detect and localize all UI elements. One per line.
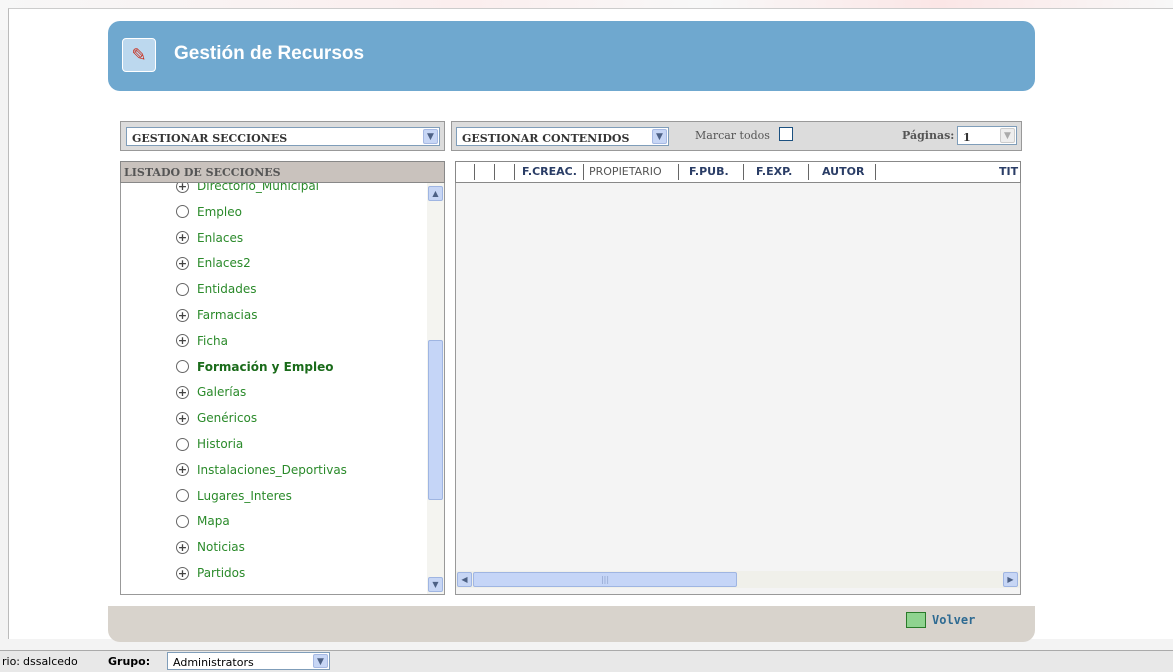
list-item[interactable]: + Enlaces2: [176, 254, 251, 272]
radio-circle-icon[interactable]: [176, 360, 189, 374]
list-item-label: Ficha: [197, 333, 228, 348]
list-item[interactable]: Historia: [176, 435, 243, 453]
expand-plus-icon[interactable]: +: [176, 183, 189, 193]
list-item[interactable]: + Noticias: [176, 538, 245, 556]
column-header-owner[interactable]: PROPIETARIO: [589, 165, 662, 178]
back-label: Volver: [932, 613, 976, 627]
contents-grid-header: F.CREAC. PROPIETARIO F.PUB. F.EXP. AUTOR…: [455, 161, 1021, 183]
radio-circle-icon[interactable]: [176, 437, 189, 451]
list-item-label: Farmacias: [197, 308, 258, 322]
scroll-right-icon[interactable]: ▶: [1003, 572, 1018, 587]
list-item-label: Enlaces2: [197, 256, 251, 271]
list-item[interactable]: + Instalaciones_Deportivas: [176, 461, 347, 479]
chevron-down-icon[interactable]: ▼: [1000, 128, 1015, 143]
sections-action-select[interactable]: GESTIONAR SECCIONES ▼: [126, 127, 440, 146]
list-item-label: Galerías: [197, 385, 247, 400]
expand-plus-icon[interactable]: +: [176, 334, 189, 348]
expand-plus-icon[interactable]: +: [176, 411, 189, 425]
list-item-label: Empleo: [197, 204, 242, 219]
list-item[interactable]: Entidades: [176, 280, 256, 298]
list-item-label: Lugares_Interes: [197, 488, 292, 503]
list-item[interactable]: Formación y Empleo: [176, 358, 333, 376]
list-item-label: Enlaces: [197, 230, 244, 245]
pages-label: Páginas:: [902, 129, 955, 142]
expand-plus-icon[interactable]: +: [176, 231, 189, 245]
expand-plus-icon[interactable]: +: [176, 540, 189, 554]
list-item[interactable]: + Partidos: [176, 564, 245, 582]
contents-action-value: GESTIONAR CONTENIDOS: [462, 132, 630, 145]
contents-horizontal-scrollbar[interactable]: ◀ ||| ▶: [456, 571, 1020, 588]
chevron-down-icon[interactable]: ▼: [423, 129, 438, 144]
column-header-author[interactable]: AUTOR: [822, 165, 864, 178]
list-item[interactable]: Empleo: [176, 203, 242, 221]
column-header-expiry[interactable]: F.EXP.: [756, 165, 792, 178]
group-label: Grupo:: [108, 655, 151, 668]
list-item-label: Partidos: [197, 566, 246, 580]
list-item[interactable]: + Galerías: [176, 383, 246, 401]
expand-plus-icon[interactable]: +: [176, 566, 189, 580]
group-select[interactable]: Administrators ▼: [167, 652, 330, 670]
page-title: Gestión de Recursos: [174, 43, 365, 64]
radio-circle-icon[interactable]: [176, 489, 189, 503]
scroll-down-icon[interactable]: ▼: [428, 577, 443, 592]
list-item-label: Formación y Empleo: [197, 359, 334, 374]
back-icon: [906, 612, 926, 628]
sections-list: + Directorio_Municipal Empleo + Enlaces + Enla…: [120, 183, 445, 595]
list-item[interactable]: + Farmacias: [176, 306, 257, 324]
list-item-label: Directorio_Municipal: [197, 183, 320, 193]
scrollbar-thumb[interactable]: [428, 340, 443, 500]
expand-plus-icon[interactable]: +: [176, 256, 189, 270]
column-header-title[interactable]: TIT: [999, 165, 1018, 178]
mark-all-label: Marcar todos: [695, 129, 770, 142]
group-value: Administrators: [173, 656, 254, 669]
user-label: rio:: [2, 655, 21, 668]
list-item[interactable]: + Directorio_Municipal: [176, 183, 319, 195]
page-header: ✎ Gestión de Recursos: [108, 21, 1035, 91]
list-item-label: Noticias: [197, 540, 245, 555]
column-header-published[interactable]: F.PUB.: [689, 165, 729, 178]
sections-list-header: LISTADO DE SECCIONES: [120, 161, 445, 183]
pages-value: 1: [963, 131, 971, 144]
resources-logo-icon: ✎: [122, 38, 156, 72]
chevron-down-icon[interactable]: ▼: [652, 129, 667, 144]
sections-scrollbar[interactable]: ▲ ▼: [427, 183, 444, 594]
user-value: dssalcedo: [23, 655, 78, 668]
list-item[interactable]: + Genéricos: [176, 409, 257, 427]
contents-grid: [455, 183, 1021, 595]
scroll-left-icon[interactable]: ◀: [457, 572, 472, 587]
expand-plus-icon[interactable]: +: [176, 308, 189, 322]
list-item-label: Entidades: [197, 282, 257, 297]
contents-action-select[interactable]: GESTIONAR CONTENIDOS ▼: [456, 127, 669, 146]
list-item-label: Mapa: [197, 514, 230, 529]
status-bar: rio: dssalcedo Grupo: Administrators ▼: [0, 650, 1173, 672]
sections-toolbar: GESTIONAR SECCIONES ▼: [120, 121, 445, 151]
list-item[interactable]: + Enlaces: [176, 229, 243, 247]
list-item-label: Genéricos: [197, 411, 258, 426]
mark-all-checkbox[interactable]: [779, 127, 793, 141]
column-header-created[interactable]: F.CREAC.: [522, 165, 577, 178]
list-item-label: Instalaciones_Deportivas: [197, 462, 347, 477]
back-button[interactable]: Volver: [906, 612, 975, 628]
radio-circle-icon[interactable]: [176, 282, 189, 296]
scroll-up-icon[interactable]: ▲: [428, 186, 443, 201]
list-item[interactable]: Mapa: [176, 512, 230, 530]
radio-circle-icon[interactable]: [176, 514, 189, 528]
list-item-label: Historia: [197, 437, 244, 451]
expand-plus-icon[interactable]: +: [176, 385, 189, 399]
footer-bar: [108, 606, 1035, 642]
expand-plus-icon[interactable]: +: [176, 463, 189, 477]
sections-action-value: GESTIONAR SECCIONES: [132, 132, 288, 145]
pages-select[interactable]: 1 ▼: [957, 126, 1017, 145]
list-item[interactable]: + Ficha: [176, 332, 228, 350]
chevron-down-icon[interactable]: ▼: [313, 654, 328, 668]
sections-list-title: LISTADO DE SECCIONES: [124, 166, 281, 179]
radio-circle-icon[interactable]: [176, 205, 189, 219]
scrollbar-thumb[interactable]: |||: [473, 572, 737, 587]
list-item[interactable]: Lugares_Interes: [176, 487, 292, 505]
